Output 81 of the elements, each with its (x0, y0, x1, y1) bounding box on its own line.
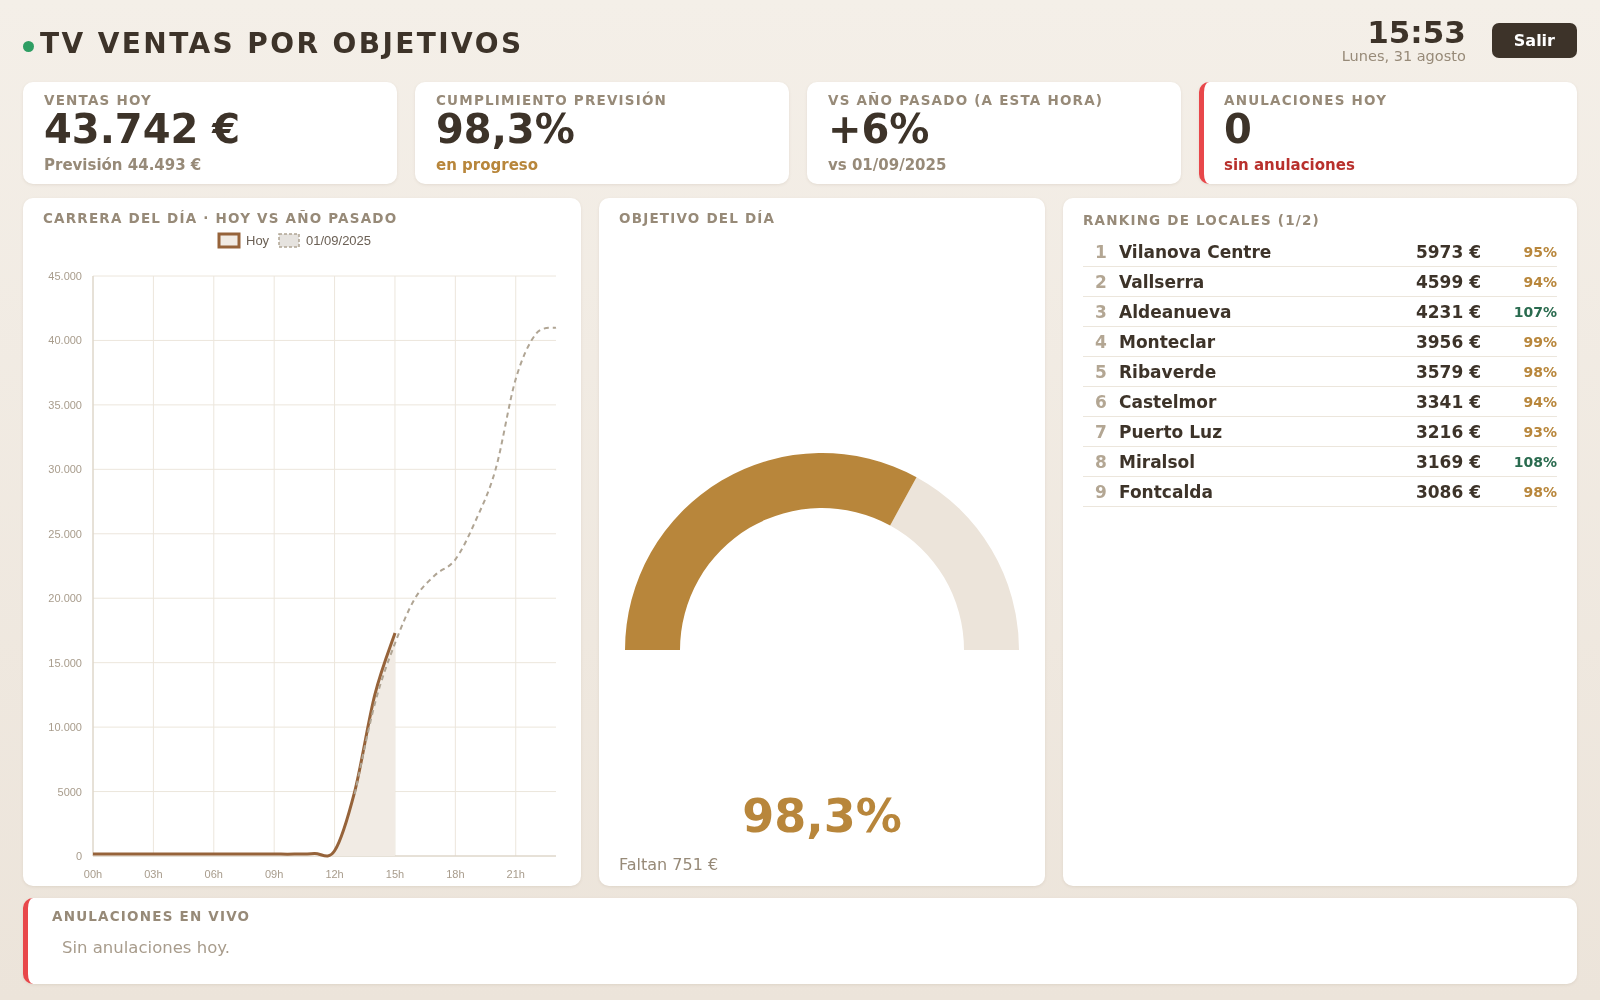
sales-amount: 5973 € (1414, 241, 1481, 262)
store-name: Monteclar (1119, 331, 1217, 352)
store-name: Vilanova Centre (1119, 241, 1273, 262)
x-axis-label: 09h (265, 868, 284, 880)
kpi-note: sin anulaciones (1224, 156, 1356, 174)
y-axis-label: 15.000 (48, 656, 82, 669)
x-axis-label: 06h (204, 868, 223, 880)
sales-amount: 3579 € (1414, 361, 1481, 382)
goal-title: OBJETIVO DEL DÍA (619, 210, 777, 226)
store-name: Vallserra (1119, 271, 1206, 292)
x-axis-label: 18h (446, 868, 465, 880)
kpi-value: 98,3% (436, 108, 576, 150)
y-axis-label: 40.000 (48, 334, 82, 347)
kpi-value: 0 (1224, 108, 1253, 150)
attainment-percent: 107% (1512, 303, 1557, 320)
store-name: Aldeanueva (1119, 301, 1233, 322)
remaining-amount: Faltan 751 € (619, 855, 720, 874)
sales-amount: 4599 € (1414, 271, 1481, 292)
store-name: Miralsol (1119, 451, 1197, 472)
kpi-label: ANULACIONES HOY (1224, 92, 1389, 108)
x-axis-label: 03h (144, 868, 163, 880)
y-axis-label: 20.000 (48, 592, 82, 605)
attainment-percent: 98% (1522, 363, 1557, 380)
rank-number: 8 (1094, 451, 1108, 472)
attainment-percent: 94% (1522, 393, 1557, 410)
rank-number: 4 (1094, 331, 1108, 352)
x-axis-label: 21h (506, 868, 525, 880)
y-axis-label: 0 (75, 850, 82, 862)
kpi-note: en progreso (436, 156, 540, 174)
solid-swatch-icon (217, 232, 241, 249)
kpi-label: VS AÑO PASADO (A ESTA HORA) (828, 92, 1105, 108)
sales-amount: 3169 € (1414, 451, 1481, 472)
kpi-note: Previsión 44.493 € (44, 156, 203, 174)
rank-number: 6 (1094, 391, 1108, 412)
goal-percentage: 98,3% (742, 789, 902, 843)
x-axis-label: 15h (385, 868, 405, 880)
store-name: Fontcalda (1119, 481, 1214, 502)
chart-title: CARRERA DEL DÍA · HOY VS AÑO PASADO (43, 210, 399, 226)
attainment-percent: 94% (1522, 273, 1557, 290)
rank-number: 2 (1094, 271, 1108, 292)
sales-amount: 3216 € (1414, 421, 1481, 442)
attainment-percent: 108% (1512, 453, 1557, 470)
store-name: Puerto Luz (1119, 421, 1224, 442)
y-axis-label: 45.000 (48, 270, 82, 282)
sales-amount: 3086 € (1414, 481, 1481, 502)
exit-button[interactable]: Salir (1491, 22, 1577, 58)
attainment-percent: 93% (1522, 423, 1557, 440)
sales-amount: 3341 € (1414, 391, 1481, 412)
rank-number: 7 (1094, 421, 1108, 442)
y-axis-label: 35.000 (48, 398, 82, 411)
legend-label: Hoy (246, 233, 270, 248)
clock-time: 15:53 (1367, 16, 1466, 48)
store-name: Ribaverde (1119, 361, 1218, 382)
y-axis-label: 30.000 (48, 463, 82, 476)
kpi-value: 43.742 € (44, 108, 242, 150)
rank-number: 1 (1094, 241, 1108, 262)
empty-message: Sin anulaciones hoy. (62, 938, 231, 957)
kpi-label: CUMPLIMIENTO PREVISIÓN (436, 92, 669, 108)
attainment-percent: 99% (1522, 333, 1557, 350)
dashboard-title: TV VENTAS POR OBJETIVOS (40, 26, 524, 60)
rank-number: 5 (1094, 361, 1108, 382)
y-axis-label: 10.000 (48, 721, 82, 734)
clock-date: Lunes, 31 agosto (1341, 48, 1466, 64)
sales-amount: 3956 € (1414, 331, 1481, 352)
sales-amount: 4231 € (1414, 301, 1481, 322)
x-axis-label: 12h (325, 868, 344, 880)
y-axis-label: 25.000 (48, 527, 82, 540)
attainment-percent: 98% (1522, 483, 1557, 500)
kpi-value: +6% (828, 108, 931, 150)
panel-title: ANULACIONES EN VIVO (52, 908, 252, 924)
y-axis-label: 5000 (57, 785, 82, 798)
store-name: Castelmor (1119, 391, 1218, 412)
rank-number: 3 (1094, 301, 1108, 322)
legend-label: 01/09/2025 (306, 233, 372, 248)
ranking-title: RANKING DE LOCALES (1/2) (1083, 212, 1320, 228)
kpi-label: VENTAS HOY (44, 92, 154, 108)
x-axis-label: 00h (83, 868, 103, 880)
attainment-percent: 95% (1522, 243, 1557, 260)
dashed-swatch-icon (278, 233, 300, 248)
kpi-note: vs 01/09/2025 (828, 156, 948, 174)
rank-number: 9 (1094, 481, 1108, 502)
